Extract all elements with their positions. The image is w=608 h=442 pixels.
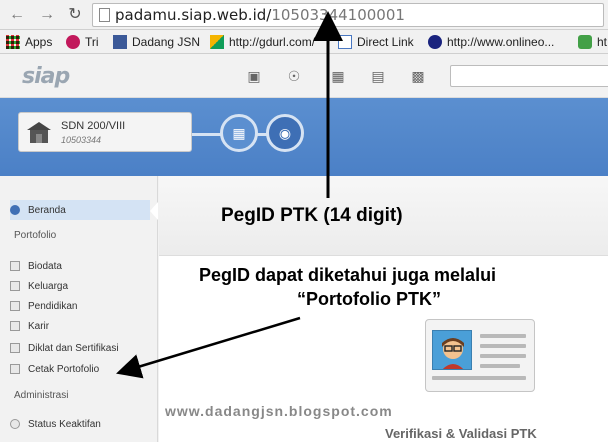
user-avatar-icon [113,35,127,49]
bookmark-tri[interactable]: Tri [66,33,99,51]
bookmark-ht[interactable]: ht [578,33,607,51]
back-arrow-icon[interactable]: ← [8,5,26,25]
active-indicator [150,202,158,220]
app-header: siap ▣ ☉ ▦ ▤ ▩ [0,55,608,98]
teacher-avatar-icon [432,330,472,370]
watermark: www.dadangjsn.blogspot.com [165,403,393,419]
list-icon[interactable]: ▤ [370,68,386,84]
sidebar-item-status-keaktifan[interactable]: Status Keaktifan [10,414,150,434]
refresh-green-icon [578,35,592,49]
sidebar-item-keluarga[interactable]: Keluarga [10,276,150,296]
apps-grid-icon [6,35,20,49]
school-band: SDN 200/VIII 10503344 ▦ ◉ [0,98,608,176]
browser-toolbar: ← → ↻ padamu.siap.web.id/10503344100001 [0,0,608,30]
gdurl-icon [210,35,224,49]
reload-icon[interactable]: ↻ [66,5,84,25]
document-icon [10,343,20,353]
step-ptk-icon[interactable]: ◉ [266,114,304,152]
grid-icon[interactable]: ▦ [330,68,346,84]
footer-subtitle: Verifikasi & Validasi PTK [385,426,537,441]
sidebar-item-cetak-portofolio[interactable]: Cetak Portofolio [10,359,150,379]
annotation-line-1: PegID dapat diketahui juga melalui [199,265,497,285]
bookmarks-bar: Apps Tri Dadang JSN http://gdurl.com/ Di… [0,30,608,54]
step-institution-icon[interactable]: ▦ [220,114,258,152]
page-icon [338,35,352,49]
address-url: padamu.siap.web.id/10503344100001 [115,6,405,24]
rss-icon[interactable]: ☉ [286,68,302,84]
siap-logo: siap [22,64,70,89]
card-line [480,354,526,358]
document-icon [10,261,20,271]
document-icon [10,321,20,331]
print-icon [10,364,20,374]
school-name: SDN 200/VIII [61,120,126,132]
home-icon [10,205,20,215]
card-line [432,376,526,380]
annotation-pegid: PegID PTK (14 digit) [221,205,403,226]
sidebar-item-biodata[interactable]: Biodata [10,256,150,276]
sidebar-item-diklat[interactable]: Diklat dan Sertifikasi [10,338,150,358]
card-line [480,334,526,338]
bookmark-apps[interactable]: Apps [6,33,52,51]
portfolio-card[interactable] [425,319,535,392]
document-icon [10,281,20,291]
cube-icon[interactable]: ▣ [246,68,262,84]
sidebar-item-pendidikan[interactable]: Pendidikan [10,296,150,316]
sidebar: Beranda Portofolio Biodata Keluarga Pend… [0,176,158,442]
tri-logo-icon [66,35,80,49]
address-bar[interactable]: padamu.siap.web.id/10503344100001 [92,3,604,27]
sidebar-item-karir[interactable]: Karir [10,316,150,336]
school-card[interactable]: SDN 200/VIII 10503344 [18,112,192,152]
id-card-icon[interactable]: ▩ [410,68,426,84]
school-npsn: 10503344 [61,135,102,145]
search-input[interactable] [450,65,608,87]
main-content: PegID PTK (14 digit) PegID dapat diketah… [159,176,608,442]
bookmark-gdurl[interactable]: http://gdurl.com/ [210,33,315,51]
bookmark-direct-link[interactable]: Direct Link [338,33,414,51]
bookmark-onlineo[interactable]: http://www.onlineo... [428,33,554,51]
card-line [480,364,520,368]
section-administrasi: Administrasi [14,390,69,401]
page-icon [99,8,110,22]
school-building-icon [27,122,51,143]
card-line [480,344,526,348]
bookmark-dadang-jsn[interactable]: Dadang JSN [113,33,200,51]
document-icon [10,301,20,311]
shield-icon [428,35,442,49]
sidebar-item-beranda[interactable]: Beranda [10,200,150,220]
status-icon [10,419,20,429]
section-portofolio: Portofolio [14,230,57,241]
annotation-line-2: “Portofolio PTK” [297,289,441,309]
forward-arrow-icon[interactable]: → [38,5,56,25]
